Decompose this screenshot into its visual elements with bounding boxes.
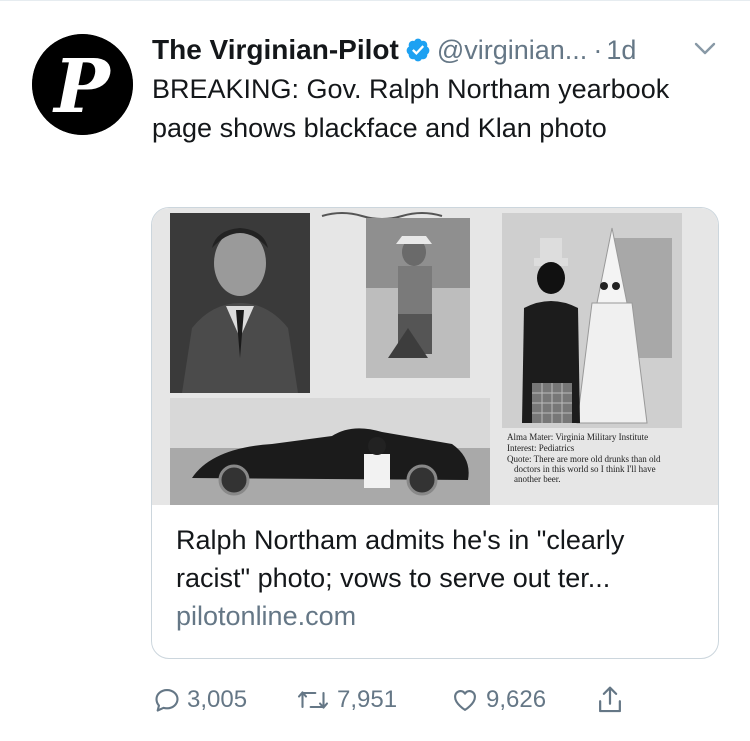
avatar-logo: P [32,34,133,135]
tweet-timestamp[interactable]: 1d [606,35,636,66]
retweet-button[interactable]: 7,951 [295,680,397,720]
author-handle[interactable]: @virginian... [437,35,587,66]
tweet-actions: 3,005 7,951 9,626 [150,680,650,720]
yearbook-caption-line2: Interest: Pediatrics [507,443,575,453]
card-domain[interactable]: pilotonline.com [176,601,356,632]
yearbook-caption-line5: another beer. [514,474,560,484]
yearbook-caption-line4: doctors in this world so I think I'll ha… [514,464,656,474]
tweet-text: BREAKING: Gov. Ralph Northam yearbook pa… [152,74,670,143]
like-count: 9,626 [486,686,547,713]
avatar[interactable]: P [32,34,133,135]
retweet-count: 7,951 [337,686,398,713]
verified-badge-icon [406,38,430,62]
tweet-header: The Virginian-Pilot @virginian... · 1d [152,28,732,72]
separator-dot: · [593,34,603,65]
like-icon [454,689,476,711]
svg-text:P: P [52,44,112,130]
yearbook-caption-line1: Alma Mater: Virginia Military Institute [507,432,648,442]
like-button[interactable]: 9,626 [450,680,546,720]
reply-button[interactable]: 3,005 [153,680,247,720]
retweet-icon [297,691,329,709]
card-image[interactable]: Alma Mater: Virginia Military Institute … [152,208,718,505]
top-divider [0,0,750,1]
card-title[interactable]: Ralph Northam admits he's in "clearly ra… [176,521,696,597]
chevron-down-icon[interactable] [693,36,717,60]
author-name[interactable]: The Virginian-Pilot [152,34,399,66]
share-icon [599,686,621,713]
link-card[interactable]: Alma Mater: Virginia Military Institute … [151,207,719,659]
share-button[interactable] [595,680,625,720]
yearbook-caption-line3: Quote: There are more old drunks than ol… [507,454,661,464]
reply-count: 3,005 [187,686,248,713]
reply-icon [155,689,179,712]
